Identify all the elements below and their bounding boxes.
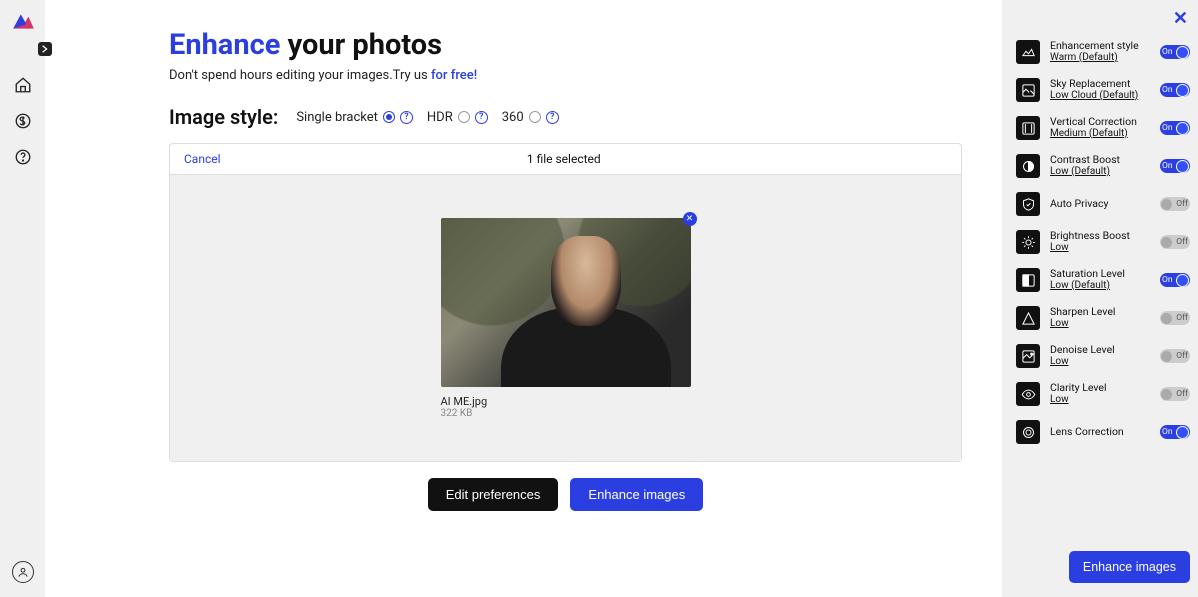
- setting-title: Lens Correction: [1050, 426, 1150, 438]
- cancel-upload-link[interactable]: Cancel: [184, 152, 221, 166]
- setting-toggle[interactable]: On: [1160, 83, 1190, 97]
- setting-subtitle[interactable]: Low: [1050, 242, 1150, 254]
- setting-toggle[interactable]: On: [1160, 45, 1190, 59]
- setting-subtitle[interactable]: Low: [1050, 394, 1150, 406]
- style-option-hdr[interactable]: HDR ?: [427, 110, 488, 125]
- file-count-status: 1 file selected: [527, 152, 601, 166]
- help-icon[interactable]: ?: [475, 111, 488, 124]
- setting-enhance: Enhancement styleWarm (Default) On: [1016, 40, 1190, 64]
- radio-icon[interactable]: [529, 111, 541, 123]
- home-icon[interactable]: [14, 76, 32, 94]
- file-name: AI ME.jpg: [441, 395, 488, 408]
- setting-denoise: Denoise LevelLow Off: [1016, 344, 1190, 368]
- page-subtitle: Don't spend hours editing your images.Tr…: [169, 68, 962, 83]
- setting-toggle[interactable]: On: [1160, 273, 1190, 287]
- sidebar-enhance-button[interactable]: Enhance images: [1069, 551, 1190, 583]
- setting-title: Auto Privacy: [1050, 198, 1150, 210]
- enhance-images-button[interactable]: Enhance images: [570, 478, 703, 511]
- enhance-icon: [1016, 40, 1040, 64]
- setting-saturation: Saturation LevelLow (Default) On: [1016, 268, 1190, 292]
- sky-icon: [1016, 78, 1040, 102]
- setting-toggle[interactable]: Off: [1160, 311, 1190, 325]
- setting-subtitle[interactable]: Low: [1050, 318, 1150, 330]
- setting-subtitle[interactable]: Low (Default): [1050, 280, 1150, 292]
- vertical-icon: [1016, 116, 1040, 140]
- image-thumbnail[interactable]: ✕: [441, 218, 691, 387]
- sharpen-icon: [1016, 306, 1040, 330]
- setting-subtitle[interactable]: Warm (Default): [1050, 52, 1150, 64]
- left-sidebar: [0, 0, 45, 597]
- setting-title: Saturation Level: [1050, 268, 1150, 280]
- setting-title: Vertical Correction: [1050, 116, 1150, 128]
- radio-icon[interactable]: [458, 111, 470, 123]
- remove-image-button[interactable]: ✕: [683, 212, 697, 226]
- help-icon[interactable]: ?: [400, 111, 413, 124]
- setting-subtitle[interactable]: Low (Default): [1050, 166, 1150, 178]
- contrast-icon: [1016, 154, 1040, 178]
- setting-privacy: Auto Privacy Off: [1016, 192, 1190, 216]
- style-option-360[interactable]: 360 ?: [502, 110, 559, 125]
- main-content: Enhance your photos Don't spend hours ed…: [45, 0, 1002, 597]
- setting-subtitle[interactable]: Low Cloud (Default): [1050, 90, 1150, 102]
- file-size: 322 KB: [441, 408, 488, 419]
- setting-vertical: Vertical CorrectionMedium (Default) On: [1016, 116, 1190, 140]
- setting-title: Sky Replacement: [1050, 78, 1150, 90]
- settings-sidebar: ✕ Enhancement styleWarm (Default)OnSky R…: [1002, 0, 1198, 597]
- page-title: Enhance your photos: [169, 28, 962, 62]
- setting-subtitle[interactable]: Low: [1050, 356, 1150, 368]
- app-logo: [10, 8, 36, 34]
- image-style-label: Image style:: [169, 105, 278, 129]
- edit-preferences-button[interactable]: Edit preferences: [428, 478, 559, 511]
- saturation-icon: [1016, 268, 1040, 292]
- setting-contrast: Contrast BoostLow (Default) On: [1016, 154, 1190, 178]
- privacy-icon: [1016, 192, 1040, 216]
- radio-icon[interactable]: [383, 111, 395, 123]
- setting-toggle[interactable]: Off: [1160, 235, 1190, 249]
- setting-sharpen: Sharpen LevelLow Off: [1016, 306, 1190, 330]
- setting-title: Sharpen Level: [1050, 306, 1150, 318]
- setting-title: Contrast Boost: [1050, 154, 1150, 166]
- billing-icon[interactable]: [14, 112, 32, 130]
- setting-toggle[interactable]: On: [1160, 121, 1190, 135]
- user-avatar[interactable]: [12, 561, 34, 583]
- setting-brightness: Brightness BoostLow Off: [1016, 230, 1190, 254]
- try-free-link[interactable]: for free!: [431, 68, 477, 83]
- setting-sky: Sky ReplacementLow Cloud (Default) On: [1016, 78, 1190, 102]
- image-style-row: Image style: Single bracket ? HDR ? 360 …: [169, 105, 962, 129]
- setting-clarity: Clarity LevelLow Off: [1016, 382, 1190, 406]
- setting-toggle[interactable]: Off: [1160, 349, 1190, 363]
- setting-toggle[interactable]: Off: [1160, 387, 1190, 401]
- setting-title: Clarity Level: [1050, 382, 1150, 394]
- setting-subtitle[interactable]: Medium (Default): [1050, 128, 1150, 140]
- setting-title: Brightness Boost: [1050, 230, 1150, 242]
- close-sidebar-button[interactable]: ✕: [1173, 8, 1188, 29]
- upload-panel: Cancel 1 file selected ✕ AI ME.jpg 322 K…: [169, 143, 962, 462]
- help-icon[interactable]: [14, 148, 32, 166]
- denoise-icon: [1016, 344, 1040, 368]
- clarity-icon: [1016, 382, 1040, 406]
- setting-toggle[interactable]: On: [1160, 425, 1190, 439]
- setting-toggle[interactable]: Off: [1160, 197, 1190, 211]
- brightness-icon: [1016, 230, 1040, 254]
- help-icon[interactable]: ?: [546, 111, 559, 124]
- setting-toggle[interactable]: On: [1160, 159, 1190, 173]
- setting-title: Denoise Level: [1050, 344, 1150, 356]
- lens-icon: [1016, 420, 1040, 444]
- setting-title: Enhancement style: [1050, 40, 1150, 52]
- setting-lens: Lens Correction On: [1016, 420, 1190, 444]
- style-option-single[interactable]: Single bracket ?: [296, 110, 413, 125]
